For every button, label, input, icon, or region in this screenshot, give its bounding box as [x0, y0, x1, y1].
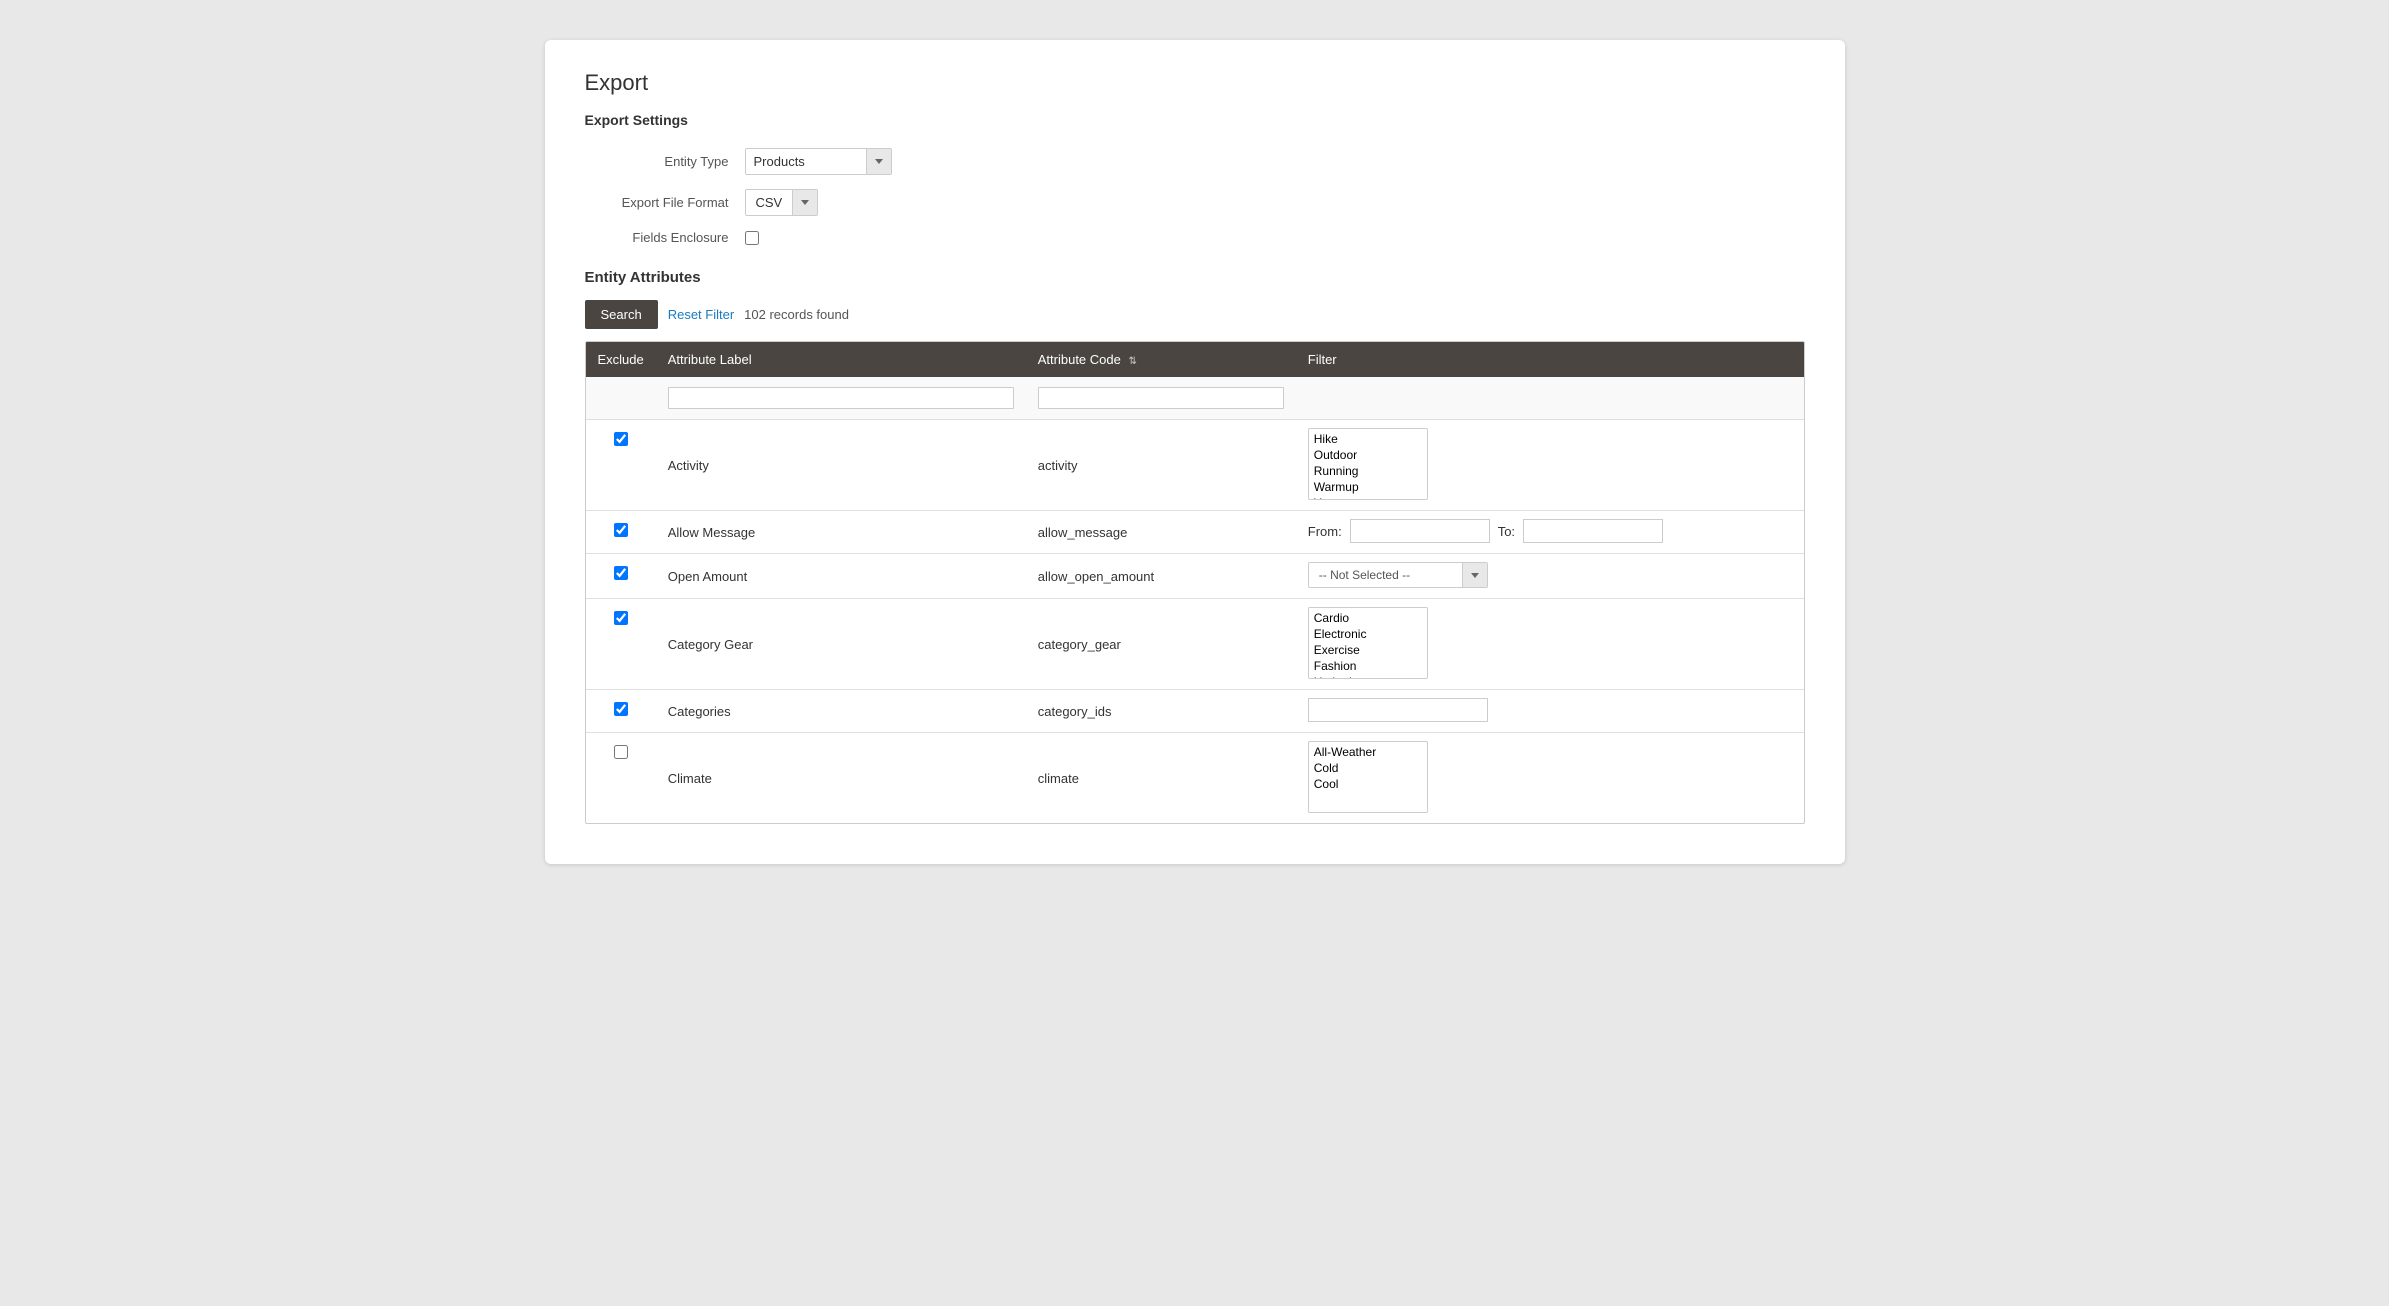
export-format-control: CSV: [745, 189, 819, 216]
export-format-label: Export File Format: [585, 195, 745, 210]
filter-label-cell: [656, 377, 1026, 420]
code-cell-category-gear: category_gear: [1026, 599, 1296, 690]
filter-cell-climate: All-Weather Cold Cool: [1296, 733, 1804, 824]
chevron-down-icon: [1471, 573, 1479, 578]
filter-bar: Search Reset Filter 102 records found: [585, 300, 1805, 329]
filter-code-cell: [1026, 377, 1296, 420]
from-to-filter: From: To:: [1308, 519, 1792, 543]
entity-type-control: Products Customers Orders: [745, 148, 892, 175]
export-settings-form: Entity Type Products Customers Orders Ex…: [585, 148, 1805, 245]
exclude-checkbox-category-gear[interactable]: [614, 611, 628, 625]
reset-filter-button[interactable]: Reset Filter: [668, 307, 734, 322]
col-label-header: Attribute Label: [656, 342, 1026, 377]
exclude-cell-activity: [586, 420, 656, 511]
table-filter-input-row: [586, 377, 1804, 420]
export-settings-title: Export Settings: [585, 112, 1805, 128]
entity-type-row: Entity Type Products Customers Orders: [585, 148, 1805, 175]
code-cell-allow-message: allow_message: [1026, 511, 1296, 554]
attributes-table: Exclude Attribute Label Attribute Code ⇅…: [586, 342, 1804, 823]
from-label: From:: [1308, 524, 1342, 539]
label-cell-allow-message: Allow Message: [656, 511, 1026, 554]
to-label: To:: [1498, 524, 1515, 539]
table-row: Categories category_ids: [586, 690, 1804, 733]
export-card: Export Export Settings Entity Type Produ…: [545, 40, 1845, 864]
filter-exclude-cell: [586, 377, 656, 420]
table-row: Climate climate All-Weather Cold Cool: [586, 733, 1804, 824]
filter-cell-allow-message: From: To:: [1296, 511, 1804, 554]
filter-cell-categories: [1296, 690, 1804, 733]
exclude-checkbox-open-amount[interactable]: [614, 566, 628, 580]
fields-enclosure-checkbox[interactable]: [745, 231, 759, 245]
entity-type-select[interactable]: Products Customers Orders: [746, 149, 866, 174]
filter-multiselect-activity[interactable]: Hike Outdoor Running Warmup Yoga: [1308, 428, 1428, 500]
code-cell-climate: climate: [1026, 733, 1296, 824]
filter-cell-activity: Hike Outdoor Running Warmup Yoga: [1296, 420, 1804, 511]
filter-cell-open-amount: -- Not Selected --: [1296, 554, 1804, 599]
label-cell-open-amount: Open Amount: [656, 554, 1026, 599]
not-selected-wrapper: -- Not Selected --: [1308, 562, 1488, 588]
entity-type-label: Entity Type: [585, 154, 745, 169]
filter-code-input[interactable]: [1038, 387, 1284, 409]
label-cell-climate: Climate: [656, 733, 1026, 824]
not-selected-label: -- Not Selected --: [1309, 563, 1462, 587]
fields-enclosure-row: Fields Enclosure: [585, 230, 1805, 245]
col-filter-header: Filter: [1296, 342, 1804, 377]
exclude-cell-category-gear: [586, 599, 656, 690]
entity-type-dropdown-btn[interactable]: [866, 149, 891, 174]
filter-label-input[interactable]: [668, 387, 1014, 409]
export-format-row: Export File Format CSV: [585, 189, 1805, 216]
records-found-label: 102 records found: [744, 307, 849, 322]
csv-label: CSV: [746, 190, 793, 215]
to-input-allow-message[interactable]: [1523, 519, 1663, 543]
exclude-cell-climate: [586, 733, 656, 824]
code-cell-open-amount: allow_open_amount: [1026, 554, 1296, 599]
entity-type-select-wrapper: Products Customers Orders: [745, 148, 892, 175]
label-cell-categories: Categories: [656, 690, 1026, 733]
not-selected-dropdown-btn[interactable]: [1462, 563, 1487, 587]
from-input-allow-message[interactable]: [1350, 519, 1490, 543]
code-cell-activity: activity: [1026, 420, 1296, 511]
page-title: Export: [585, 70, 1805, 96]
chevron-down-icon: [801, 200, 809, 205]
sort-icon[interactable]: ⇅: [1128, 356, 1136, 367]
filter-multiselect-category-gear[interactable]: Cardio Electronic Exercise Fashion Hydra…: [1308, 607, 1428, 679]
exclude-cell-categories: [586, 690, 656, 733]
fields-enclosure-label: Fields Enclosure: [585, 230, 745, 245]
col-code-header: Attribute Code ⇅: [1026, 342, 1296, 377]
label-cell-category-gear: Category Gear: [656, 599, 1026, 690]
table-row: Category Gear category_gear Cardio Elect…: [586, 599, 1804, 690]
chevron-down-icon: [875, 159, 883, 164]
table-row: Allow Message allow_message From: To:: [586, 511, 1804, 554]
exclude-checkbox-climate[interactable]: [614, 745, 628, 759]
search-button[interactable]: Search: [585, 300, 658, 329]
csv-select-wrapper: CSV: [745, 189, 819, 216]
filter-input-categories[interactable]: [1308, 698, 1488, 722]
table-row: Open Amount allow_open_amount -- Not Sel…: [586, 554, 1804, 599]
filter-cell-category-gear: Cardio Electronic Exercise Fashion Hydra…: [1296, 599, 1804, 690]
label-cell-activity: Activity: [656, 420, 1026, 511]
entity-attributes-title: Entity Attributes: [585, 269, 1805, 286]
filter-filter-cell: [1296, 377, 1804, 420]
table-header-row: Exclude Attribute Label Attribute Code ⇅…: [586, 342, 1804, 377]
table-row: Activity activity Hike Outdoor Running W…: [586, 420, 1804, 511]
exclude-cell-open-amount: [586, 554, 656, 599]
code-cell-categories: category_ids: [1026, 690, 1296, 733]
csv-dropdown-btn[interactable]: [792, 190, 817, 215]
exclude-checkbox-activity[interactable]: [614, 432, 628, 446]
fields-enclosure-control: [745, 231, 759, 245]
attributes-table-container: Exclude Attribute Label Attribute Code ⇅…: [585, 341, 1805, 824]
col-exclude-header: Exclude: [586, 342, 656, 377]
exclude-cell-allow-message: [586, 511, 656, 554]
exclude-checkbox-categories[interactable]: [614, 702, 628, 716]
exclude-checkbox-allow-message[interactable]: [614, 523, 628, 537]
filter-multiselect-climate[interactable]: All-Weather Cold Cool: [1308, 741, 1428, 813]
